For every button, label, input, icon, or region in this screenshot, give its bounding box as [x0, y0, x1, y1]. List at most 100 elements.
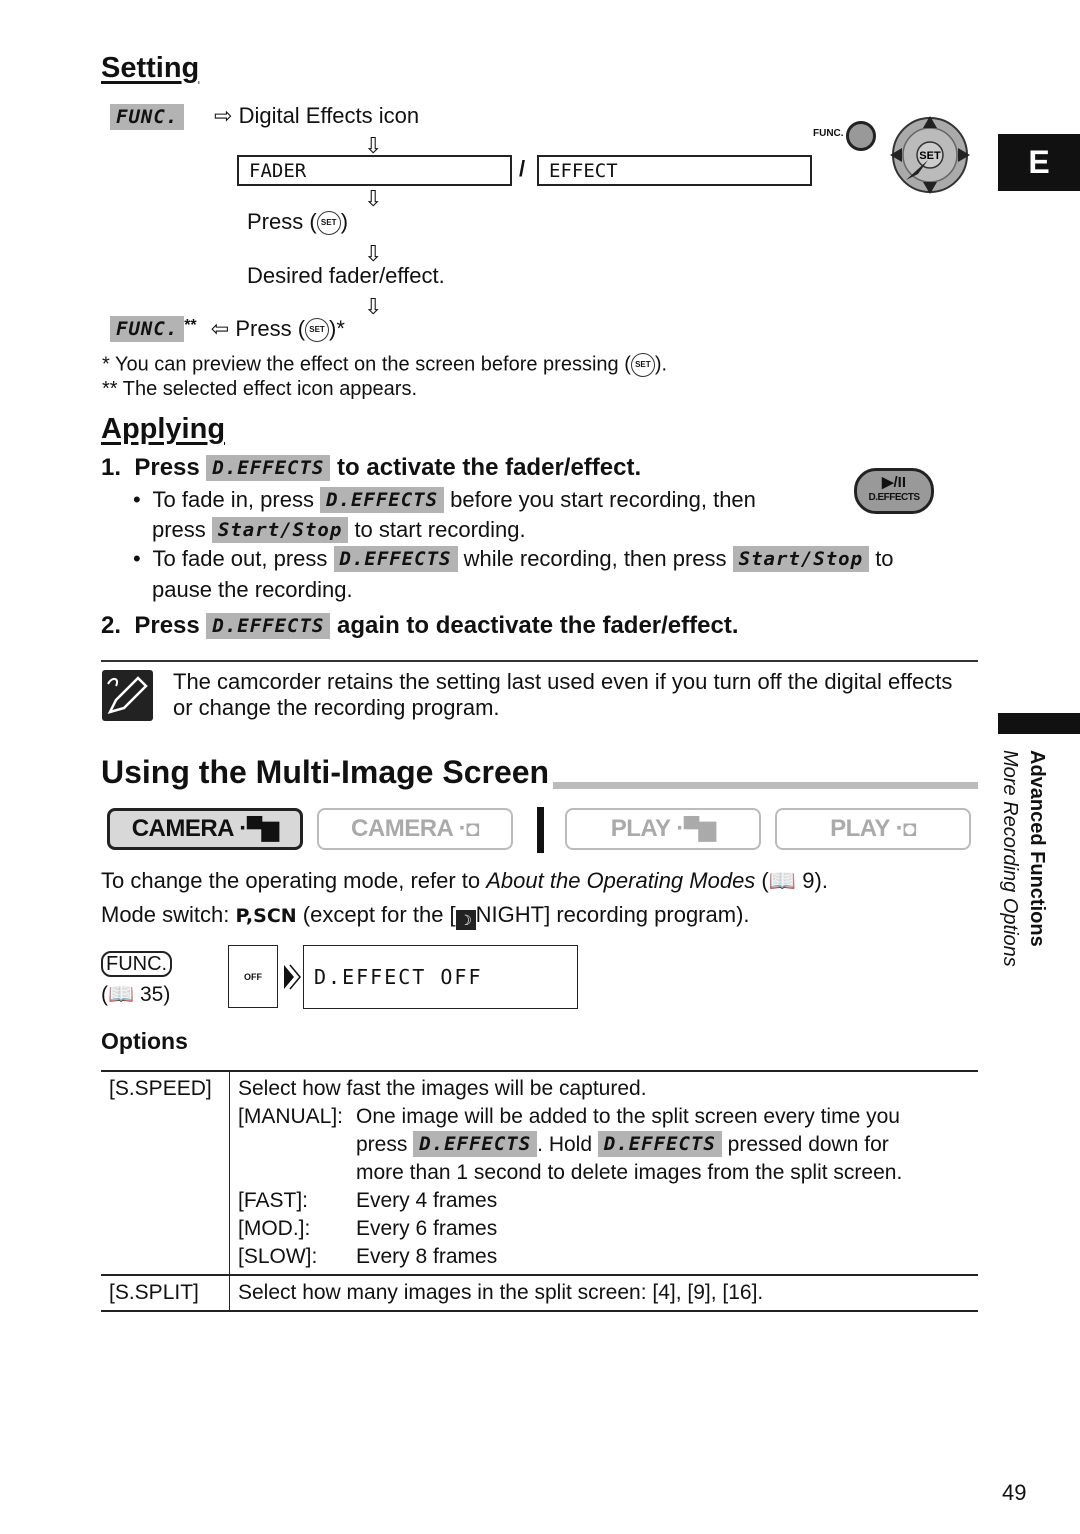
bullet-text: To fade out, press: [152, 546, 328, 571]
press-close: ): [340, 209, 349, 234]
ref-text: To change the operating mode, refer to: [101, 868, 487, 893]
mode-label: PLAY ·: [610, 815, 685, 842]
left-arrow-icon: ⇦: [210, 316, 230, 341]
step-text: Press: [134, 454, 200, 481]
d-effects-button-icon: ▶/II D.EFFECTS: [854, 468, 934, 514]
page-number: 49: [1002, 1480, 1027, 1505]
text: press: [356, 1133, 408, 1156]
d-effect-off-icon: OFF: [228, 945, 278, 1008]
bullet-text: To fade in, press: [152, 487, 314, 512]
func-key: FUNC.: [110, 104, 185, 130]
note-pencil-icon: [102, 670, 153, 721]
bullet-fade-in: • To fade in, press D.EFFECTS before you…: [133, 487, 756, 513]
d-effects-key: D.EFFECTS: [206, 613, 331, 639]
speed-key: [MOD.]:: [238, 1217, 311, 1240]
bullet-fade-out-line2: pause the recording.: [152, 577, 353, 602]
desired-step: Desired fader/effect.: [247, 263, 445, 288]
set-icon: SET: [305, 318, 330, 343]
applying-heading: Applying: [101, 413, 226, 445]
double-chevron-icon: [284, 964, 301, 990]
option-description: Select how many images in the split scre…: [238, 1281, 764, 1304]
footnote-1-end: ).: [654, 353, 668, 376]
set-icon: SET: [316, 211, 341, 236]
ref-text: (: [755, 868, 769, 893]
speed-value: Every 8 frames: [356, 1245, 498, 1268]
photo-camera-icon: ◘: [903, 816, 916, 841]
bullet-fade-out: • To fade out, press D.EFFECTS while rec…: [133, 546, 894, 572]
step-number: 1.: [101, 454, 122, 481]
d-effects-button-label: D.EFFECTS: [868, 492, 920, 503]
operating-mode-reference: To change the operating mode, refer to A…: [101, 868, 828, 894]
press-close: )*: [329, 316, 345, 341]
func-button-ref: FUNC.: [101, 951, 173, 977]
step-digital-effects-label: Digital Effects icon: [238, 103, 420, 128]
d-effects-key: D.EFFECTS: [413, 1131, 538, 1157]
speed-key: [SLOW]:: [238, 1245, 318, 1268]
step-number: 2.: [101, 612, 122, 639]
step-text: again to deactivate the fader/effect.: [337, 612, 739, 639]
speed-value: Every 4 frames: [356, 1189, 498, 1212]
footnote-2: ** The selected effect icon appears.: [102, 378, 418, 400]
mode-switch-text: (except for the [: [296, 902, 456, 927]
bullet-text: press: [152, 517, 206, 542]
table-row: [S.SPLIT] Select how many images in the …: [101, 1275, 978, 1311]
mode-switch-label: Mode switch:: [101, 902, 236, 927]
mode-camera-movie: CAMERA · ▀▆: [107, 808, 303, 850]
step-2: 2. Press D.EFFECTS again to deactivate t…: [101, 612, 739, 640]
lcd-effect: EFFECT: [537, 155, 812, 186]
speed-slow: [SLOW]: Every 8 frames: [238, 1243, 970, 1271]
mode-divider: [537, 807, 544, 853]
option-label: [S.SPLIT]: [101, 1275, 230, 1311]
mode-switch-line: Mode switch: P,SCN (except for the [☽ NIG…: [101, 902, 750, 930]
step-text: to activate the fader/effect.: [337, 454, 642, 481]
play-pause-icon: ▶/II: [881, 474, 907, 491]
speed-manual: [MANUAL]: One image will be added to the…: [238, 1103, 970, 1131]
press-label: Press (: [235, 316, 306, 341]
start-stop-key: Start/Stop: [211, 517, 349, 543]
speed-value: One image will be added to the split scr…: [356, 1105, 900, 1128]
d-effects-key: D.EFFECTS: [206, 455, 331, 481]
speed-fast: [FAST]: Every 4 frames: [238, 1187, 970, 1215]
footnote-1: * You can preview the effect on the scre…: [102, 353, 667, 377]
d-effects-key: D.EFFECTS: [320, 487, 445, 513]
d-effects-key: D.EFFECTS: [333, 546, 458, 572]
bullet-text: while recording, then press: [463, 546, 727, 571]
night-moon-icon: ☽: [455, 910, 476, 930]
ref-page: 9).: [796, 868, 828, 893]
mode-label: PLAY ·: [830, 815, 904, 842]
ref-link-title: About the Operating Modes: [486, 868, 756, 893]
press-set-step: Press (SET): [247, 209, 349, 236]
lcd-d-effect-off: D.EFFECT OFF: [303, 945, 578, 1009]
note-line-1: The camcorder retains the setting last u…: [173, 669, 953, 694]
mode-switch-value: P,SCN: [235, 905, 297, 927]
book-icon: 📖: [768, 868, 797, 893]
separator: /: [519, 156, 526, 181]
speed-value: more than 1 second to delete images from…: [356, 1161, 903, 1184]
text: pressed down for: [727, 1133, 889, 1156]
icon-text: OFF: [244, 971, 262, 982]
mode-play-movie: PLAY · ▀▆: [565, 808, 761, 850]
speed-key: [FAST]:: [238, 1189, 309, 1212]
mode-switch-text: NIGHT] recording program).: [475, 902, 750, 927]
func-final-step: FUNC. ** ⇦ Press (SET)*: [110, 316, 345, 343]
bullet-text: before you start recording, then: [450, 487, 756, 512]
speed-value: Every 6 frames: [356, 1217, 498, 1240]
step-digital-effects: ⇨ Digital Effects icon: [214, 103, 419, 129]
func-page-ref: (📖 35): [101, 983, 170, 1007]
right-arrow-icon: ⇨: [214, 103, 233, 128]
func-button-label: FUNC.: [813, 128, 844, 139]
mode-label: CAMERA ·: [131, 815, 248, 842]
side-subsection-title: More Recording Options: [999, 750, 1021, 967]
mode-play-photo: PLAY · ◘: [775, 808, 971, 850]
setting-heading: Setting: [101, 52, 200, 84]
options-heading: Options: [101, 1028, 188, 1054]
press-label: Press (: [247, 209, 317, 234]
book-icon: 📖: [108, 983, 135, 1006]
speed-manual-line3: more than 1 second to delete images from…: [238, 1159, 970, 1187]
speed-manual-line2: press D.EFFECTS. Hold D.EFFECTS pressed …: [238, 1131, 970, 1159]
mode-camera-photo: CAMERA · ◘: [317, 808, 513, 850]
side-section-title: Advanced Functions: [1026, 750, 1048, 947]
down-arrow-icon: ⇩: [364, 294, 383, 319]
func-button-icon: [846, 121, 876, 151]
